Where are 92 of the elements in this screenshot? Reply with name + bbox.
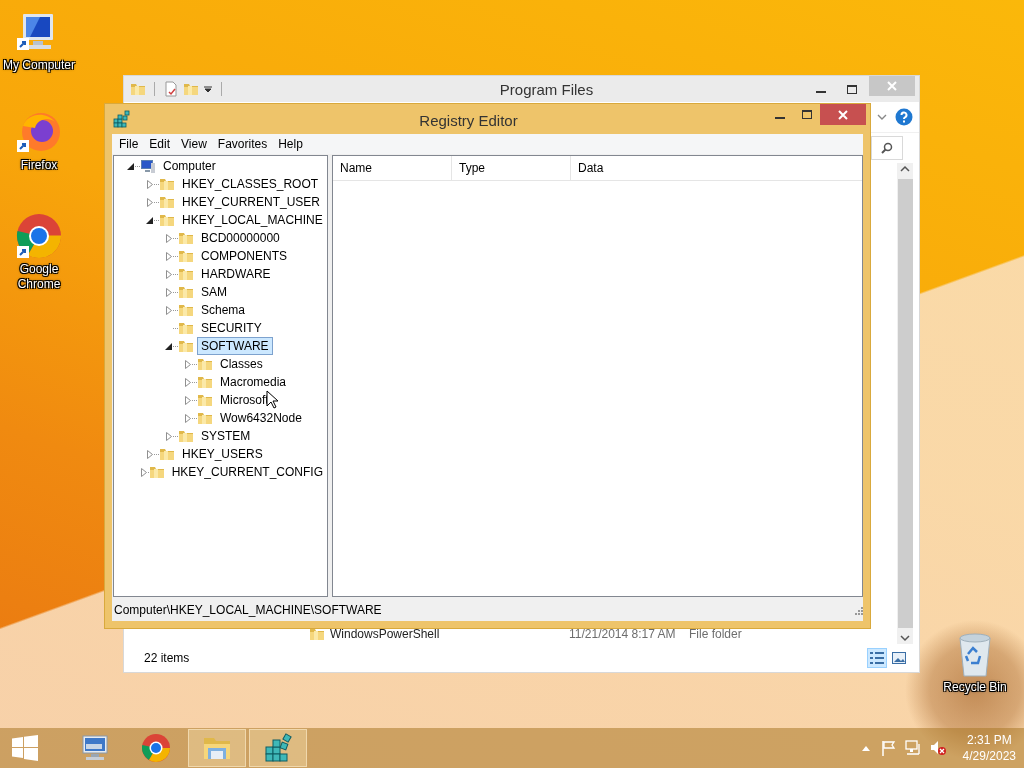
properties-icon[interactable] [163, 81, 179, 97]
tree-item[interactable]: HKEY_CLASSES_ROOT [178, 175, 323, 193]
folder-icon [178, 320, 194, 336]
date-modified: 11/21/2014 8:17 AM [568, 627, 677, 641]
expanded-arrow-icon[interactable] [165, 342, 172, 350]
chrome-icon [141, 733, 171, 763]
tree-item[interactable]: Schema [197, 301, 250, 319]
flag-icon[interactable] [879, 740, 896, 756]
folder-icon [130, 81, 146, 97]
folder-icon [178, 248, 194, 264]
folder-icon [178, 428, 194, 444]
folder-icon [178, 230, 194, 246]
folder-icon [178, 284, 194, 300]
mouse-cursor-icon [266, 390, 278, 409]
details-view-icon [870, 652, 884, 664]
chrome-icon [15, 212, 63, 260]
chevron-down-icon[interactable] [877, 113, 887, 121]
status-path: Computer\HKEY_LOCAL_MACHINE\SOFTWARE [114, 603, 383, 617]
clock-date: 4/29/2023 [962, 748, 1016, 764]
maximize-icon [846, 84, 857, 94]
folder-icon [197, 374, 213, 390]
windows-logo-icon [12, 735, 38, 761]
window-title: Registry Editor [418, 111, 519, 129]
picture-view-icon [892, 652, 906, 664]
taskbar-button[interactable] [188, 729, 246, 767]
expanded-arrow-icon[interactable] [146, 216, 153, 224]
close-icon [838, 109, 848, 120]
start-button[interactable] [10, 733, 40, 763]
cubes-icon [263, 733, 293, 763]
menu-item[interactable]: Edit [144, 135, 177, 153]
cubes-icon [113, 110, 131, 128]
tree-item[interactable]: SYSTEM [197, 427, 255, 445]
folder-icon [309, 626, 325, 642]
menu-item[interactable]: Help [273, 135, 309, 153]
menu-item[interactable]: File [114, 135, 145, 153]
folder-icon [178, 338, 194, 354]
tree-item[interactable]: SOFTWARE [197, 337, 273, 355]
file-name[interactable]: WindowsPowerShell [330, 627, 440, 641]
dropdown-icon[interactable] [203, 84, 213, 94]
folder-icon [159, 194, 175, 210]
new-folder-icon [183, 81, 199, 97]
column-header[interactable]: Name [333, 156, 452, 180]
search-icon [881, 142, 893, 154]
folder-icon [197, 356, 213, 372]
folder-icon [159, 176, 175, 192]
tree-item[interactable]: COMPONENTS [197, 247, 291, 265]
folder-icon [178, 302, 194, 318]
tree-item[interactable]: Macromedia [216, 373, 291, 391]
close-button[interactable] [820, 104, 866, 125]
tree-item[interactable]: Wow6432Node [216, 409, 306, 427]
minimize-icon [774, 116, 785, 119]
folder-icon [178, 266, 194, 282]
computer-icon [140, 158, 156, 174]
minimize-icon [815, 91, 826, 93]
speaker-muted-icon[interactable] [929, 740, 946, 756]
column-header[interactable]: Data [571, 156, 862, 180]
maximize-icon [801, 110, 812, 119]
taskbar-button[interactable] [249, 729, 307, 767]
folder-icon [197, 410, 213, 426]
menu-item[interactable]: Favorites [212, 135, 274, 153]
tree-item[interactable]: BCD00000000 [197, 229, 284, 247]
help-icon[interactable] [895, 108, 913, 126]
tree-item[interactable]: Computer [159, 157, 220, 175]
folder-icon [159, 446, 175, 462]
close-icon [887, 81, 897, 91]
folder-icon [159, 212, 175, 228]
show-hidden-icons-icon[interactable] [860, 744, 871, 752]
tree-item[interactable]: SAM [197, 283, 231, 301]
scroll-down-icon [900, 632, 910, 644]
column-header[interactable]: Type [452, 156, 571, 180]
clock-time: 2:31 PM [966, 732, 1012, 748]
folder-icon [197, 392, 213, 408]
tree-item[interactable]: HKEY_CURRENT_USER [178, 193, 325, 211]
resize-grip-icon[interactable] [853, 605, 863, 615]
monitor-icon [80, 734, 110, 762]
item-count: 22 items [144, 651, 191, 665]
collapsed-arrow-icon[interactable] [166, 431, 172, 441]
details-view-button[interactable] [867, 648, 887, 668]
file-type: File folder [689, 627, 742, 641]
search-field[interactable] [871, 136, 903, 160]
expanded-arrow-icon[interactable] [127, 162, 134, 170]
tree-item[interactable]: HARDWARE [197, 265, 275, 283]
tree-item[interactable]: HKEY_LOCAL_MACHINE [178, 211, 327, 229]
folder-icon [148, 464, 165, 480]
tree-item[interactable]: Classes [216, 355, 267, 373]
menu-item[interactable]: View [176, 135, 213, 153]
tree-item[interactable]: HKEY_CURRENT_CONFIG [167, 463, 327, 481]
tree-item[interactable]: SECURITY [197, 319, 266, 337]
tree-item[interactable]: HKEY_USERS [178, 445, 267, 463]
network-icon[interactable] [904, 740, 921, 756]
scrollbar[interactable] [897, 163, 913, 644]
window-title: Program Files [498, 80, 595, 98]
